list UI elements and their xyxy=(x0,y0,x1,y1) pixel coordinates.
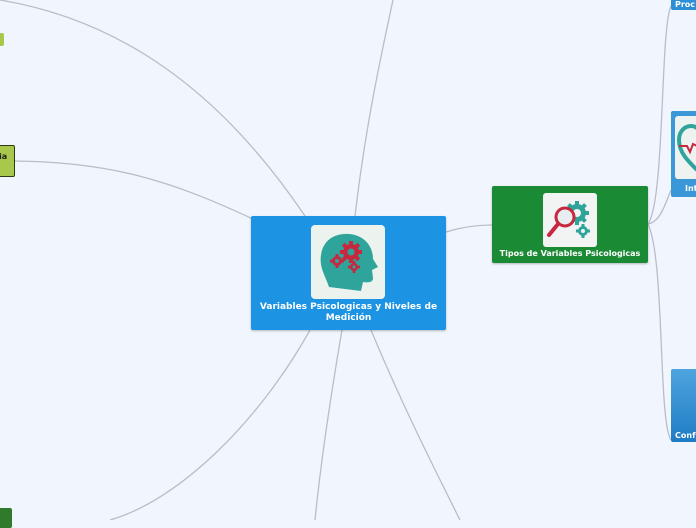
left-topic-node-bottom[interactable] xyxy=(0,508,12,528)
connector-middle-left xyxy=(14,160,256,221)
tipos-topic-label: Tipos de Variables Psicologicas xyxy=(499,249,641,258)
connector-tipos-procesos xyxy=(647,5,672,225)
left-topic-label: ia xyxy=(0,152,8,161)
tipos-topic-node[interactable]: Tipos de Variables Psicologicas xyxy=(492,186,648,263)
central-topic-label: Variables Psicologicas y Niveles de Medi… xyxy=(259,302,438,323)
intervinientes-label: Int xyxy=(685,184,696,193)
connector-top xyxy=(354,0,394,217)
procesos-label: Proc xyxy=(675,0,696,9)
confusoras-label: Conf xyxy=(675,431,696,440)
connector-bottom-left xyxy=(109,329,311,520)
procesos-topic-node[interactable]: Proc xyxy=(671,0,696,10)
left-topic-node-middle[interactable]: ia xyxy=(0,145,15,177)
heart-pulse-icon xyxy=(675,116,696,179)
intervinientes-topic-node[interactable]: Int xyxy=(671,111,696,197)
connector-tipos-confusoras xyxy=(647,223,672,441)
connector-bottom xyxy=(314,329,343,520)
left-topic-node-top[interactable] xyxy=(0,33,4,46)
connector-central-tipos xyxy=(445,224,493,233)
connector-top-left xyxy=(0,0,306,217)
connector-tipos-intervinientes xyxy=(647,189,672,225)
connector-bottom-right xyxy=(370,329,461,520)
central-topic-node[interactable]: Variables Psicologicas y Niveles de Medi… xyxy=(251,216,446,330)
confusoras-topic-node[interactable]: Conf xyxy=(671,369,696,442)
magnifier-gears-icon xyxy=(543,193,597,247)
head-gears-icon xyxy=(311,225,385,299)
